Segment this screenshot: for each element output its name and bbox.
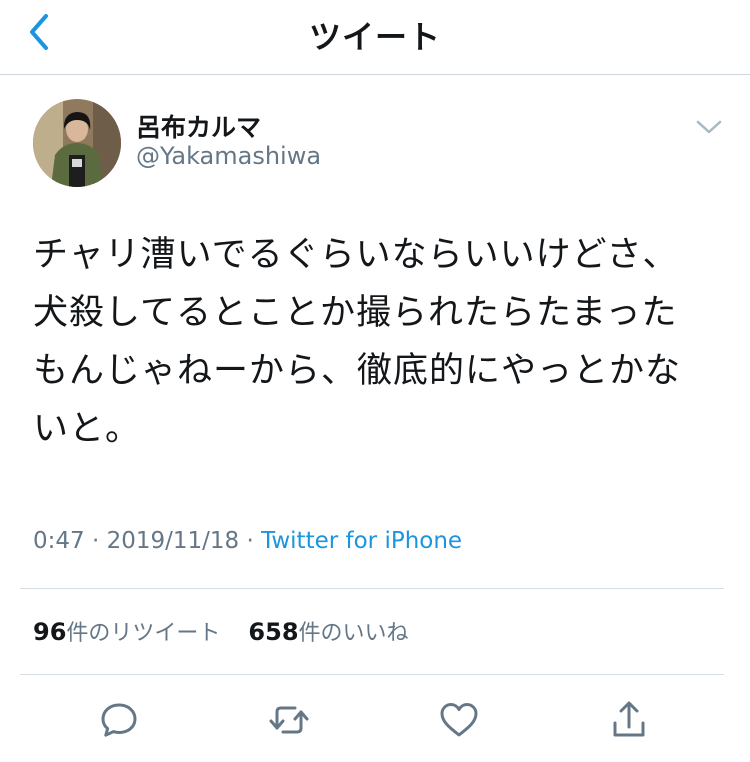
share-button[interactable] [607,698,651,742]
author-handle[interactable]: @Yakamashiwa [136,142,321,170]
reply-button[interactable] [97,698,141,742]
reply-icon [101,703,137,737]
tweet-source-link[interactable]: Twitter for iPhone [261,528,462,554]
like-button[interactable] [437,698,481,742]
page-title: ツイート [308,18,441,56]
divider [20,674,724,675]
tweet-date: 2019/11/18 [106,528,240,554]
avatar[interactable] [33,99,121,187]
tweet-text: チャリ漕いでるぐらいならいいけどさ、 犬殺してるとことか撮られたらたまった もん… [33,235,682,449]
retweet-icon [269,706,309,734]
heart-icon [440,703,478,737]
likes-stat[interactable]: 658件のいいね [248,618,409,646]
navigation-bar: ツイート [0,0,750,75]
tweet-metadata: 0:47 · 2019/11/18 · Twitter for iPhone [33,528,462,554]
meta-separator: · [91,528,100,554]
meta-separator: · [246,528,254,554]
chevron-down-icon [696,120,722,134]
profile-photo [33,99,121,187]
retweets-label: 件のリツイート [66,621,221,646]
retweets-stat[interactable]: 96件のリツイート [33,618,221,646]
engagement-stats: 96件のリツイート 658件のいいね [33,615,409,647]
divider [20,588,724,589]
more-options-button[interactable] [692,112,726,142]
retweet-button[interactable] [267,698,311,742]
author-name[interactable]: 呂布カルマ [136,108,261,144]
share-icon [613,701,645,737]
retweets-count: 96 [33,618,67,646]
likes-label: 件のいいね [298,621,409,646]
likes-count: 658 [248,618,299,646]
tweet-time: 0:47 [33,528,85,554]
